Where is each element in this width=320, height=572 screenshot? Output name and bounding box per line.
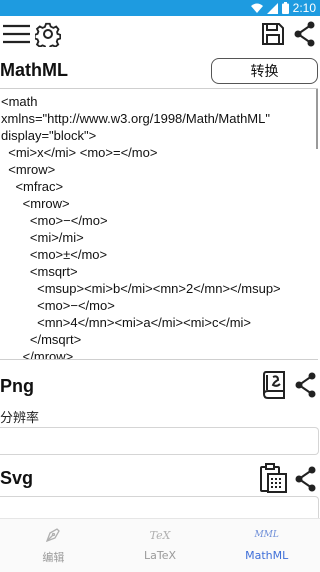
nav-item-latex[interactable]: TeX LaTeX xyxy=(107,519,214,572)
signal-icon xyxy=(266,2,278,14)
code-lines: <math xmlns="http://www.w3.org/1998/Math/… xyxy=(1,93,281,360)
resolution-input[interactable] xyxy=(0,427,319,455)
settings-icon[interactable] xyxy=(35,21,61,47)
save-icon[interactable] xyxy=(261,22,285,46)
nav-label-edit: 编辑 xyxy=(42,551,65,564)
status-bar: 2:10 xyxy=(0,0,320,16)
code-line: <msup><mi>b</mi><mn>2</mn></msup> xyxy=(1,281,281,296)
convert-button[interactable]: 转换 xyxy=(211,58,318,84)
mathml-code-editor[interactable]: <math xmlns="http://www.w3.org/1998/Math/… xyxy=(0,88,318,360)
nav-label-latex: LaTeX xyxy=(143,549,177,562)
code-line: <mrow> xyxy=(1,196,70,211)
code-line: <mo>±</mo> xyxy=(1,247,108,262)
code-line: </msqrt> xyxy=(1,332,82,347)
svg-title: Svg xyxy=(0,468,34,488)
share-icon[interactable] xyxy=(294,21,316,47)
code-line: <mrow> xyxy=(1,162,56,177)
pen-nib-icon xyxy=(45,527,61,543)
nav-label-mathml: MathML xyxy=(245,549,289,562)
nav-item-mathml[interactable]: MML MathML xyxy=(213,519,320,572)
battery-icon xyxy=(281,2,289,14)
code-line: <math xyxy=(1,94,38,109)
menu-icon[interactable] xyxy=(3,22,31,46)
status-time: 2:10 xyxy=(292,1,316,15)
app-toolbar xyxy=(0,16,320,54)
code-line: <mo>−</mo> xyxy=(1,298,115,313)
code-line: display="block"> xyxy=(1,128,97,143)
tex-icon: TeX xyxy=(149,528,171,542)
book-save-icon[interactable] xyxy=(262,370,288,400)
bottom-navigation: 编辑 TeX LaTeX MML MathML xyxy=(0,518,320,572)
clipboard-icon[interactable] xyxy=(258,463,288,495)
nav-item-edit[interactable]: 编辑 xyxy=(0,519,107,572)
code-line: <msqrt> xyxy=(1,264,78,279)
resolution-label: 分辨率 xyxy=(0,411,40,426)
mathml-title: MathML xyxy=(0,60,68,80)
code-line: xmlns="http://www.w3.org/1998/Math/MathM… xyxy=(1,111,270,126)
code-line: <mi>x</mi> <mo>=</mo> xyxy=(1,145,158,160)
code-line: <mo>−</mo> xyxy=(1,213,108,228)
svg-section-header: Svg xyxy=(0,460,320,500)
code-line: <mi>/mi> xyxy=(1,230,84,245)
code-line: <mfrac> xyxy=(1,179,64,194)
svg-output-field[interactable] xyxy=(0,496,319,518)
png-section-header: Png xyxy=(0,366,320,406)
png-share-icon[interactable] xyxy=(295,372,317,398)
svg-share-icon[interactable] xyxy=(295,466,317,492)
scrollbar[interactable] xyxy=(316,89,318,149)
code-line: </mrow> xyxy=(1,349,74,360)
status-icons: 2:10 xyxy=(250,1,316,15)
png-title: Png xyxy=(0,376,34,396)
wifi-icon xyxy=(250,3,263,13)
code-line: <mn>4</mn><mi>a</mi><mi>c</mi> xyxy=(1,315,252,330)
mml-icon: MML xyxy=(254,530,279,540)
